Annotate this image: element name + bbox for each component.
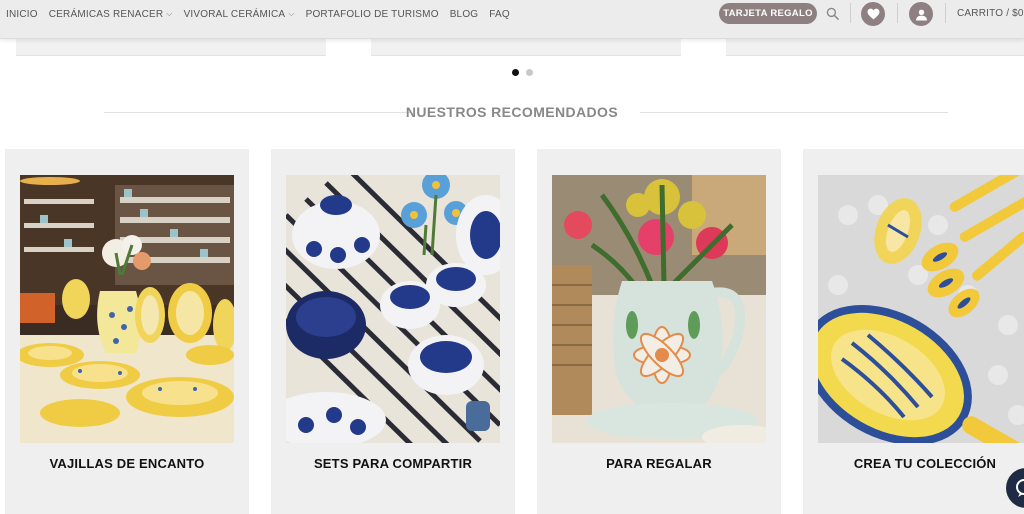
category-card[interactable]: VAJILLAS DE ENCANTO	[5, 149, 249, 514]
slider-card	[16, 39, 326, 56]
gift-card-button[interactable]: TARJETA REGALO	[719, 3, 817, 24]
slider-dot[interactable]	[512, 69, 519, 76]
category-title[interactable]: CREA TU COLECCIÓN	[818, 456, 1024, 471]
heart-icon	[867, 8, 879, 20]
nav-item-portafolio-turismo[interactable]: PORTAFOLIO DE TURISMO	[306, 9, 439, 20]
category-card[interactable]: CREA TU COLECCIÓN	[803, 149, 1024, 514]
category-title[interactable]: PARA REGALAR	[537, 456, 781, 471]
slider-dot[interactable]	[526, 69, 533, 76]
chevron-down-icon: ⌵	[166, 9, 173, 18]
search-icon[interactable]	[826, 7, 839, 20]
category-title[interactable]: VAJILLAS DE ENCANTO	[5, 456, 249, 471]
chevron-down-icon: ⌵	[288, 9, 295, 18]
user-icon	[915, 9, 927, 20]
nav-label: VIVORAL CERÁMICA	[183, 8, 286, 20]
chat-icon	[1016, 479, 1024, 497]
slider-card	[371, 39, 681, 56]
main-nav: INICIO CERÁMICAS RENACER ⌵ VIVORAL CERÁMI…	[6, 0, 521, 28]
nav-label: FAQ	[489, 8, 510, 20]
account-button[interactable]	[909, 2, 933, 26]
nav-item-blog[interactable]: BLOG	[450, 9, 479, 20]
nav-label: PORTAFOLIO DE TURISMO	[305, 8, 439, 20]
nav-item-vivoral-ceramica[interactable]: VIVORAL CERÁMICA ⌵	[184, 9, 295, 20]
nav-label: BLOG	[449, 8, 479, 20]
category-card[interactable]: PARA REGALAR	[537, 149, 781, 514]
divider	[897, 3, 898, 23]
category-image[interactable]	[552, 175, 766, 443]
category-card[interactable]: SETS PARA COMPARTIR	[271, 149, 515, 514]
slider-pagination	[512, 69, 533, 76]
category-image[interactable]	[20, 175, 234, 443]
divider	[850, 3, 851, 23]
nav-label: INICIO	[6, 8, 38, 20]
divider	[945, 3, 946, 23]
section-title: NUESTROS RECOMENDADOS	[405, 104, 619, 120]
site-header: INICIO CERÁMICAS RENACER ⌵ VIVORAL CERÁMI…	[0, 0, 1024, 39]
nav-label: CERÁMICAS RENACER	[48, 8, 164, 20]
nav-item-faq[interactable]: FAQ	[489, 9, 510, 20]
nav-item-inicio[interactable]: INICIO	[6, 9, 38, 20]
slider-card	[726, 39, 1024, 56]
nav-item-ceramicas-renacer[interactable]: CERÁMICAS RENACER ⌵	[49, 9, 173, 20]
category-image[interactable]	[286, 175, 500, 443]
cart-link[interactable]: CARRITO / $0	[957, 8, 1024, 19]
category-image[interactable]	[818, 175, 1024, 443]
wishlist-button[interactable]	[861, 2, 885, 26]
category-title[interactable]: SETS PARA COMPARTIR	[271, 456, 515, 471]
